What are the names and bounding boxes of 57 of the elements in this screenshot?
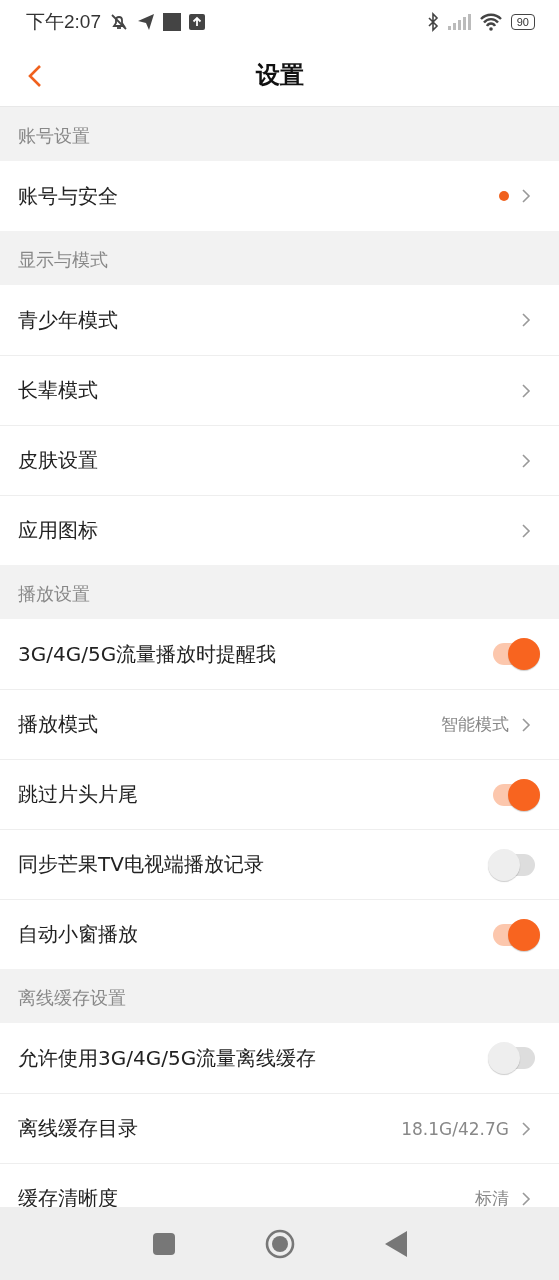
row-label: 皮肤设置 [18, 447, 98, 474]
row-label: 账号与安全 [18, 182, 118, 210]
square-icon [163, 13, 181, 31]
settings-row[interactable]: 播放模式 智能模式 [0, 689, 559, 759]
row-label: 缓存清晰度 [18, 1185, 118, 1207]
settings-row[interactable]: 3G/4G/5G流量播放时提醒我 [0, 619, 559, 689]
chevron-right-icon [521, 452, 531, 469]
settings-row[interactable]: 离线缓存目录 18.1G/42.7G [0, 1093, 559, 1163]
row-label: 播放模式 [18, 711, 98, 738]
back-icon [28, 64, 42, 88]
settings-row[interactable]: 账号与安全 [0, 161, 559, 231]
chevron-right-icon [521, 1190, 531, 1207]
chevron-right-icon [521, 312, 531, 328]
bluetooth-icon [426, 12, 439, 32]
page-title: 设置 [255, 60, 304, 91]
chevron-right-icon [521, 522, 531, 539]
row-label: 应用图标 [18, 517, 98, 544]
bell-muted-icon [109, 12, 129, 32]
row-label: 允许使用3G/4G/5G流量离线缓存 [18, 1044, 317, 1072]
row-value: 18.1G/42.7G [401, 1118, 509, 1139]
settings-row[interactable]: 长辈模式 [0, 355, 559, 425]
settings-row[interactable]: 皮肤设置 [0, 425, 559, 495]
row-label: 离线缓存目录 [18, 1115, 138, 1142]
send-icon [137, 13, 155, 31]
row-label: 青少年模式 [18, 306, 118, 334]
home-button[interactable] [264, 1228, 295, 1259]
status-time: 下午2:07 [26, 10, 101, 34]
row-label: 长辈模式 [18, 377, 98, 404]
section-header: 离线缓存设置 [17, 986, 127, 1010]
back-nav-button[interactable] [384, 1230, 407, 1257]
settings-row[interactable]: 允许使用3G/4G/5G流量离线缓存 [0, 1023, 559, 1093]
row-label: 同步芒果TV电视端播放记录 [18, 851, 264, 878]
triangle-left-icon [384, 1230, 407, 1257]
battery-icon: 90 [510, 14, 535, 30]
signal-icon [446, 14, 471, 30]
settings-row[interactable]: 自动小窗播放 [0, 899, 559, 969]
settings-row[interactable]: 同步芒果TV电视端播放记录 [0, 829, 559, 899]
upload-icon [189, 14, 205, 30]
settings-row[interactable]: 跳过片头片尾 [0, 759, 559, 829]
wifi-icon [478, 13, 503, 31]
section-header: 账号设置 [17, 124, 91, 148]
square-icon [152, 1232, 175, 1255]
row-label: 3G/4G/5G流量播放时提醒我 [18, 640, 277, 668]
home-circle-icon [264, 1228, 295, 1259]
row-value: 智能模式 [441, 713, 509, 736]
row-value: 标清 [475, 1187, 509, 1207]
chevron-right-icon [521, 188, 531, 204]
chevron-right-icon [521, 382, 531, 399]
recents-button[interactable] [152, 1232, 175, 1255]
chevron-right-icon [521, 716, 531, 733]
chevron-right-icon [521, 1120, 531, 1137]
settings-row[interactable]: 应用图标 [0, 495, 559, 565]
section-header: 显示与模式 [17, 248, 109, 272]
section-header: 播放设置 [17, 582, 91, 606]
row-label: 跳过片头片尾 [18, 781, 138, 808]
settings-row[interactable]: 青少年模式 [0, 285, 559, 355]
row-label: 自动小窗播放 [18, 921, 138, 948]
